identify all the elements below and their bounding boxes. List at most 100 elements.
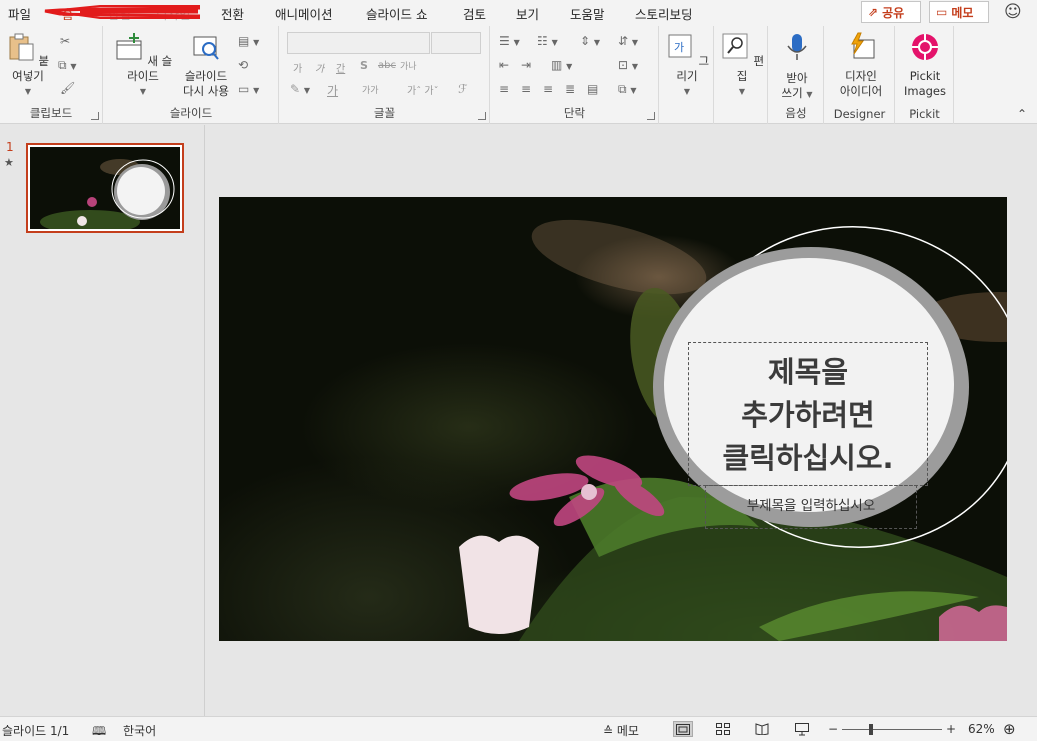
tab-slideshow[interactable]: 슬라이드 쇼 — [366, 4, 427, 23]
group-slides: 새 슬라이드 ▼ 슬라이드 다시 사용 ▤ ▼ ⟲ ▭ ▼ 슬라이드 — [104, 26, 279, 124]
align-right-icon[interactable]: ≡ — [543, 82, 553, 96]
design-ideas-label-line2: 아이디어 — [839, 84, 883, 98]
collapse-ribbon-icon[interactable]: ⌃ — [1017, 107, 1027, 121]
comments-label: 메모 — [951, 5, 974, 20]
normal-view-button[interactable] — [673, 721, 693, 737]
highlight-icon[interactable]: ✎ ▼ — [290, 82, 310, 96]
strikethrough-icon[interactable]: abc — [378, 60, 396, 71]
font-size-select[interactable] — [431, 32, 481, 54]
tab-storyboarding[interactable]: 스토리보딩 — [635, 4, 693, 23]
text-direction-icon[interactable]: ⇵ ▼ — [618, 34, 638, 48]
zoom-in-button[interactable]: + — [946, 722, 956, 736]
chevron-down-icon[interactable]: ▼ — [806, 90, 812, 99]
share-button[interactable]: ⇗ 공유 — [861, 1, 921, 23]
zoom-slider-thumb[interactable] — [868, 724, 873, 735]
font-name-select[interactable] — [287, 32, 430, 54]
status-bar: 슬라이드 1/1 🕮 한국어 ≙ 메모 − + 62% ⊕ — [0, 716, 1037, 741]
new-slide-button[interactable]: 새 슬라이드 ▼ — [110, 32, 176, 99]
group-voice: 받아 쓰기 ▼ 음성 — [769, 26, 824, 124]
zoom-level[interactable]: 62% — [968, 722, 995, 736]
notes-label: 메모 — [616, 724, 639, 738]
align-center-icon[interactable]: ≡ — [521, 82, 531, 96]
reset-icon[interactable]: ⟲ — [238, 58, 248, 72]
layout-icon[interactable]: ▤ ▼ — [238, 34, 259, 48]
slide-thumbnail[interactable] — [26, 143, 184, 234]
slideshow-icon — [795, 722, 809, 735]
tab-help[interactable]: 도움말 — [570, 4, 605, 23]
group-pickit: Pickit Images Pickit — [896, 26, 954, 124]
font-color-icon[interactable]: 가 — [327, 82, 338, 99]
chevron-down-icon[interactable]: ▼ — [664, 84, 710, 99]
tab-transitions[interactable]: 전환 — [221, 4, 244, 23]
smartart-icon[interactable]: ⧉ ▼ — [618, 82, 637, 97]
slideshow-view-button[interactable] — [792, 721, 812, 737]
cut-icon[interactable]: ✂ — [60, 34, 70, 48]
reading-view-icon — [755, 723, 769, 735]
increase-indent-icon[interactable]: ⇥ — [521, 58, 531, 72]
group-font: 가 가 간 S abc 가나 ✎ ▼ 가 가가 가ˆ 가ˇ ℱ 글꼴 — [280, 26, 490, 124]
distributed-icon[interactable]: ▤ — [587, 82, 598, 96]
comments-button[interactable]: ▭ 메모 — [929, 1, 989, 23]
notes-button[interactable]: ≙ 메모 — [603, 722, 639, 739]
edit-button[interactable]: 편집 ▼ — [719, 32, 765, 99]
slide-sorter-icon — [716, 723, 730, 735]
subtitle-placeholder-text: 부제목을 입력하십시오 — [746, 498, 876, 514]
columns-icon[interactable]: ▥ ▼ — [551, 58, 572, 72]
font-launcher-icon[interactable] — [478, 112, 486, 120]
decrease-indent-icon[interactable]: ⇤ — [499, 58, 509, 72]
clear-formatting-icon[interactable]: ℱ — [458, 82, 467, 96]
group-editing: 편집 ▼ — [715, 26, 768, 124]
chevron-down-icon[interactable]: ▼ — [110, 84, 176, 99]
drawing-shapes-icon: 가 — [668, 34, 692, 58]
copy-icon[interactable]: ⧉ ▼ — [58, 58, 77, 73]
underline-icon[interactable]: 간 — [336, 60, 345, 75]
design-ideas-button[interactable]: 디자인 아이디어 — [831, 32, 891, 99]
slide-canvas[interactable]: 제목을 추가하려면 클릭하십시오. 부제목을 입력하십시오 — [219, 197, 1007, 641]
clipboard-launcher-icon[interactable] — [91, 112, 99, 120]
paste-button[interactable]: 붙여넣기 ▼ — [4, 32, 52, 99]
grow-font-icon[interactable]: 가ˆ 가ˇ — [407, 82, 439, 97]
title-line-1: 제목을 — [767, 355, 849, 389]
subtitle-placeholder[interactable]: 부제목을 입력하십시오 — [705, 485, 917, 529]
section-icon[interactable]: ▭ ▼ — [238, 82, 259, 96]
chevron-down-icon[interactable]: ▼ — [4, 84, 52, 99]
draw-button[interactable]: 가 그리기 ▼ — [664, 32, 710, 99]
fit-to-window-icon[interactable]: ⊕ — [1003, 720, 1016, 738]
char-spacing-icon[interactable]: 가나 — [400, 59, 417, 72]
tab-file[interactable]: 파일 — [8, 4, 31, 23]
slide-sorter-view-button[interactable] — [713, 721, 733, 737]
title-line-2: 추가하려면 — [741, 398, 875, 432]
group-designer: 디자인 아이디어 Designer — [825, 26, 895, 124]
shadow-icon[interactable]: S — [360, 59, 368, 72]
zoom-slider[interactable] — [842, 724, 942, 735]
ribbon: 붙여넣기 ▼ ✂ ⧉ ▼ 🖌 클립보드 새 슬라이드 ▼ 슬라이드 다시 사용 … — [0, 26, 1037, 124]
line-spacing-icon[interactable]: ⇕ ▼ — [580, 34, 600, 48]
change-case-icon[interactable]: 가가 — [362, 83, 379, 96]
bold-icon[interactable]: 가 — [293, 60, 302, 75]
dictate-button[interactable]: 받아 쓰기 ▼ — [773, 32, 821, 102]
slide-counter: 슬라이드 1/1 — [2, 724, 70, 738]
numbering-icon[interactable]: ☷ ▼ — [537, 34, 558, 48]
tab-view[interactable]: 보기 — [516, 4, 539, 23]
reuse-slides-button[interactable]: 슬라이드 다시 사용 — [180, 32, 232, 99]
zoom-out-button[interactable]: − — [828, 722, 838, 736]
tab-review[interactable]: 검토 — [463, 4, 486, 23]
align-left-icon[interactable]: ≡ — [499, 82, 509, 96]
paste-icon — [9, 33, 34, 61]
italic-icon[interactable]: 가 — [315, 60, 324, 75]
bullets-icon[interactable]: ☰ ▼ — [499, 34, 520, 48]
pickit-label-line1: Pickit — [909, 69, 941, 83]
smiley-feedback-icon[interactable]: ☺ — [1004, 2, 1022, 22]
justify-icon[interactable]: ≣ — [565, 82, 575, 96]
format-painter-icon[interactable]: 🖌 — [60, 81, 75, 95]
reading-view-button[interactable] — [752, 721, 772, 737]
spellcheck-book-icon[interactable]: 🕮 — [92, 722, 106, 741]
language-indicator[interactable]: 한국어 — [123, 722, 156, 739]
tab-animations[interactable]: 애니메이션 — [275, 4, 333, 23]
paragraph-launcher-icon[interactable] — [647, 112, 655, 120]
design-ideas-icon — [851, 32, 875, 59]
pickit-images-button[interactable]: Pickit Images — [900, 32, 950, 99]
chevron-down-icon[interactable]: ▼ — [719, 84, 765, 99]
title-placeholder[interactable]: 제목을 추가하려면 클릭하십시오. — [688, 342, 928, 486]
align-text-icon[interactable]: ⊡ ▼ — [618, 58, 638, 72]
